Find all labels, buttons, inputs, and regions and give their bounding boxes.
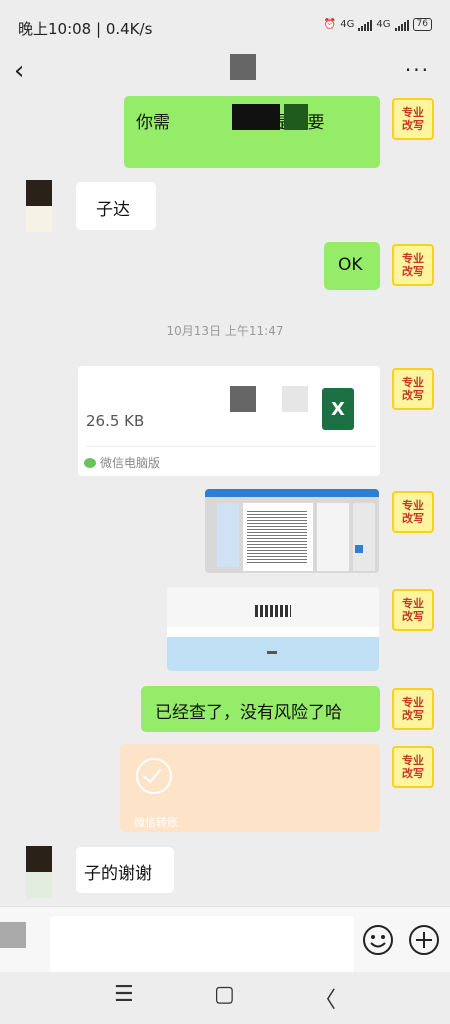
my-avatar[interactable]: 专业 改写 — [392, 368, 434, 410]
message-bubble-me[interactable]: 你需 还是需要 — [124, 96, 380, 168]
message-text: OK — [338, 255, 363, 275]
redacted-block — [284, 104, 308, 130]
message-bubble-other[interactable]: 子的谢谢 — [76, 847, 174, 893]
transfer-label: 微信转账 — [134, 816, 178, 829]
my-avatar[interactable]: 专业 改写 — [392, 244, 434, 286]
more-icon[interactable]: ··· — [405, 58, 430, 82]
contact-avatar[interactable] — [26, 180, 52, 232]
my-avatar[interactable]: 专业 改写 — [392, 589, 434, 631]
file-source: 微信电脑版 — [84, 454, 160, 471]
message-text: 子的谢谢 — [84, 864, 152, 884]
redacted-block — [282, 386, 308, 412]
message-input[interactable] — [50, 916, 354, 974]
status-time: 晚上10:08 | 0.4K/s — [18, 20, 153, 38]
transfer-message[interactable]: 微信转账 — [120, 744, 380, 832]
battery-indicator: 76 — [412, 18, 432, 31]
my-avatar[interactable]: 专业 改写 — [392, 491, 434, 533]
chat-title-avatar — [230, 54, 256, 80]
wechat-pc-icon — [84, 457, 96, 468]
message-bubble-me[interactable]: 已经查了，没有风险了哈 — [141, 686, 380, 732]
status-icons: ⏰ 4G 4G 76 — [324, 18, 432, 31]
timestamp: 10月13日 上午11:47 — [166, 324, 284, 338]
my-avatar[interactable]: 专业 改写 — [392, 746, 434, 788]
contact-avatar[interactable] — [26, 846, 52, 898]
alarm-icon: ⏰ — [323, 19, 337, 30]
redacted-block — [230, 386, 256, 412]
redacted-block — [232, 104, 280, 130]
network-label-2: 4G — [376, 19, 391, 30]
emoji-icon[interactable] — [362, 924, 394, 960]
voice-toggle-icon[interactable] — [0, 922, 26, 948]
excel-file-icon: X — [322, 388, 354, 430]
message-bubble-me[interactable]: OK — [324, 242, 380, 290]
my-avatar[interactable]: 专业 改写 — [392, 98, 434, 140]
message-bubble-other[interactable]: 子达 — [76, 182, 156, 230]
image-message[interactable] — [205, 489, 379, 573]
home-nav-icon[interactable]: ▢ — [214, 982, 235, 1007]
file-message[interactable]: 26.5 KB X 微信电脑版 — [78, 366, 380, 476]
image-message[interactable] — [167, 587, 379, 671]
signal-icon-2 — [394, 19, 409, 31]
my-avatar[interactable]: 专业 改写 — [392, 688, 434, 730]
message-text: 已经查了，没有风险了哈 — [155, 703, 342, 723]
nav-bar — [0, 52, 450, 98]
plus-icon[interactable] — [408, 924, 440, 960]
signal-icon — [358, 19, 373, 31]
check-circle-icon — [136, 758, 172, 794]
menu-nav-icon[interactable]: ☰ — [114, 982, 134, 1007]
message-text: 子达 — [96, 200, 130, 220]
file-size: 26.5 KB — [86, 412, 145, 430]
back-nav-icon[interactable]: 〈 — [314, 982, 336, 1014]
network-label-1: 4G — [340, 19, 355, 30]
back-icon[interactable]: ‹ — [14, 58, 24, 84]
divider — [86, 446, 376, 447]
